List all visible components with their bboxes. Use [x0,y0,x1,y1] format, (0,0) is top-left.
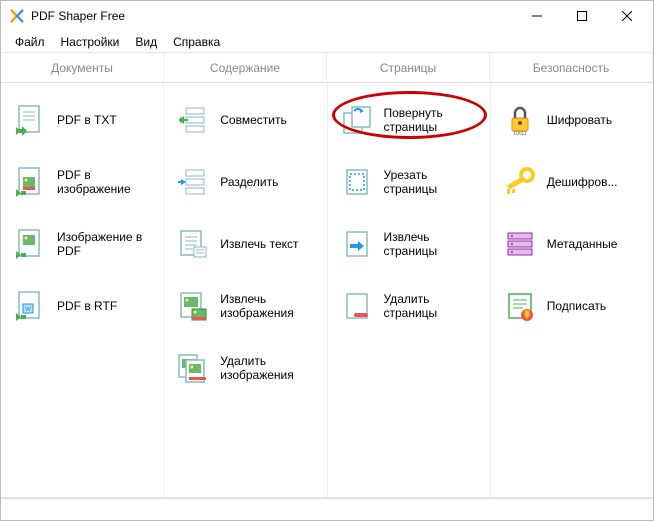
tool-extract-text[interactable]: Извлечь текст [172,225,318,263]
tool-delete-images[interactable]: Удалить изображения [172,349,318,387]
tool-label: Извлечь страницы [384,230,478,259]
metadata-icon [503,227,537,261]
column-documents: PDF в TXT PDF в изображение Изображение … [1,83,164,497]
extract-images-icon [176,289,210,323]
tool-label: Изображение в PDF [57,230,151,259]
tab-documents[interactable]: Документы [1,53,164,82]
maximize-button[interactable] [559,2,604,30]
tool-label: Извлечь изображения [220,292,314,321]
tool-extract-images[interactable]: Извлечь изображения [172,287,318,325]
tool-decrypt[interactable]: Дешифров... [499,163,645,201]
menu-settings[interactable]: Настройки [53,33,128,51]
tool-label: Совместить [220,113,286,127]
sign-icon [503,289,537,323]
tab-security[interactable]: Безопасность [490,53,653,82]
window-title: PDF Shaper Free [31,9,514,23]
rotate-pages-icon [340,103,374,137]
extract-text-icon [176,227,210,261]
tool-label: PDF в TXT [57,113,117,127]
tool-label: Удалить изображения [220,354,314,383]
content-area: PDF в TXT PDF в изображение Изображение … [1,83,653,498]
decrypt-icon [503,165,537,199]
tool-label: Удалить страницы [384,292,478,321]
image-to-pdf-icon [13,227,47,261]
menu-file[interactable]: Файл [7,33,53,51]
tool-label: Подписать [547,299,606,313]
pdf-to-rtf-icon: W [13,289,47,323]
tool-metadata[interactable]: Метаданные [499,225,645,263]
column-security: 10011 Шифровать Дешифров... Метаданные П… [491,83,653,497]
tool-pdf-to-image[interactable]: PDF в изображение [9,163,155,201]
tool-rotate-pages[interactable]: Повернуть страницы [336,101,482,139]
tool-label: PDF в RTF [57,299,117,313]
pdf-to-image-icon [13,165,47,199]
split-icon [176,165,210,199]
crop-pages-icon [340,165,374,199]
tab-content[interactable]: Содержание [164,53,327,82]
app-icon [9,8,25,24]
tool-image-to-pdf[interactable]: Изображение в PDF [9,225,155,263]
merge-icon [176,103,210,137]
status-bar [1,498,653,520]
tool-sign[interactable]: Подписать [499,287,645,325]
tool-extract-pages[interactable]: Извлечь страницы [336,225,482,263]
encrypt-icon: 10011 [503,103,537,137]
menu-bar: Файл Настройки Вид Справка [1,31,653,53]
svg-text:10011: 10011 [513,131,527,137]
svg-text:W: W [25,307,31,313]
extract-pages-icon [340,227,374,261]
menu-view[interactable]: Вид [127,33,165,51]
tool-label: Извлечь текст [220,237,298,251]
column-pages: Повернуть страницы Урезать страницы Извл… [328,83,491,497]
tab-pages[interactable]: Страницы [327,53,490,82]
window-controls [514,2,649,30]
minimize-button[interactable] [514,2,559,30]
tool-split[interactable]: Разделить [172,163,318,201]
close-button[interactable] [604,2,649,30]
pdf-to-txt-icon [13,103,47,137]
tool-label: Урезать страницы [384,168,478,197]
tool-merge[interactable]: Совместить [172,101,318,139]
tool-label: PDF в изображение [57,168,151,197]
tool-label: Дешифров... [547,175,618,189]
delete-images-icon [176,351,210,385]
tool-label: Метаданные [547,237,618,251]
tool-pdf-to-rtf[interactable]: W PDF в RTF [9,287,155,325]
tab-bar: Документы Содержание Страницы Безопаснос… [1,53,653,83]
tool-label: Повернуть страницы [384,106,478,135]
tool-delete-pages[interactable]: Удалить страницы [336,287,482,325]
delete-pages-icon [340,289,374,323]
menu-help[interactable]: Справка [165,33,228,51]
tool-label: Шифровать [547,113,612,127]
column-content: Совместить Разделить Извлечь текст Извле… [164,83,327,497]
tool-encrypt[interactable]: 10011 Шифровать [499,101,645,139]
tool-pdf-to-txt[interactable]: PDF в TXT [9,101,155,139]
tool-crop-pages[interactable]: Урезать страницы [336,163,482,201]
tool-label: Разделить [220,175,278,189]
title-bar: PDF Shaper Free [1,1,653,31]
